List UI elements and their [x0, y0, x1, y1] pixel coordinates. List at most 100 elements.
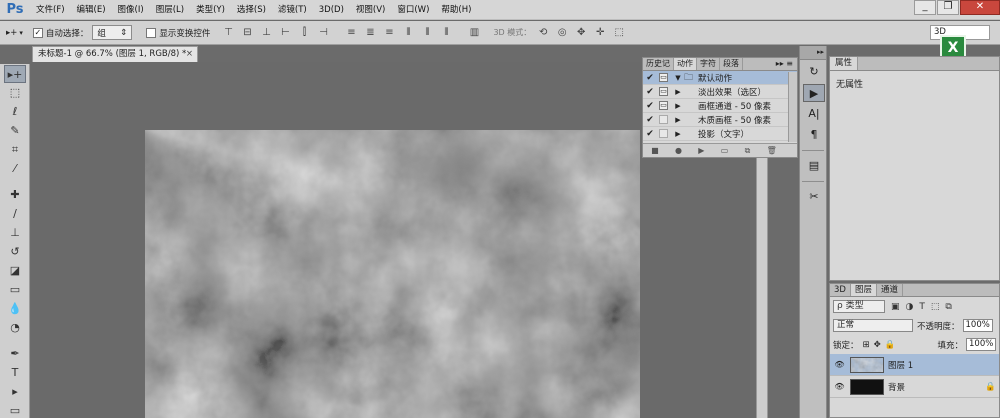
menu-layer[interactable]: 图层(L) — [150, 0, 190, 20]
tab-properties[interactable]: 属性 — [830, 57, 859, 70]
panel-collapse-strip[interactable] — [756, 158, 768, 418]
action-row[interactable]: ✔ ▭ ▶ 画框通道 - 50 像素 — [643, 99, 797, 113]
dialog-toggle-icon[interactable]: ▭ — [659, 73, 668, 82]
quick-select-tool-icon[interactable]: ✎ — [4, 122, 26, 140]
delete-icon[interactable]: 🗑 — [767, 146, 777, 155]
scale-3d-icon[interactable]: ⬚ — [611, 26, 627, 40]
type-tool-icon[interactable]: T — [4, 364, 26, 382]
folder-icon[interactable]: ▭ — [721, 146, 729, 155]
crop-tool-icon[interactable]: ⌗ — [4, 141, 26, 159]
restore-button[interactable]: ❐ — [937, 0, 959, 15]
dock-collapse-icon[interactable]: ▸▸ — [800, 46, 826, 60]
menu-window[interactable]: 窗口(W) — [391, 0, 435, 20]
actions-scrollbar[interactable] — [788, 72, 797, 142]
menu-select[interactable]: 选择(S) — [231, 0, 272, 20]
eraser-tool-icon[interactable]: ◪ — [4, 262, 26, 280]
lock-pixels-icon[interactable]: ⊞ — [863, 340, 870, 350]
shape-tool-icon[interactable]: ▭ — [4, 402, 26, 418]
history-brush-tool-icon[interactable]: ↺ — [4, 243, 26, 261]
align-bottom-icon[interactable]: ⊥ — [258, 26, 274, 40]
fill-input[interactable]: 100% — [966, 338, 996, 351]
eyedropper-tool-icon[interactable]: ⁄ — [4, 160, 26, 178]
dialog-toggle-icon[interactable]: ▭ — [659, 101, 668, 110]
expand-arrow-icon[interactable]: ▶ — [672, 102, 684, 110]
eye-icon[interactable]: 👁 — [833, 382, 846, 391]
align-right-icon[interactable]: ⊣ — [315, 26, 331, 40]
check-icon[interactable]: ✔ — [643, 87, 657, 97]
stop-icon[interactable]: ■ — [651, 146, 659, 155]
record-icon[interactable]: ● — [675, 146, 682, 155]
expand-arrow-icon[interactable]: ▶ — [672, 88, 684, 96]
layer-row[interactable]: 👁 背景 🔒 — [830, 376, 999, 398]
show-transform-option[interactable]: 显示变换控件 — [146, 27, 210, 39]
dialog-toggle-icon[interactable] — [659, 115, 668, 124]
clone-stamp-tool-icon[interactable]: ⊥ — [4, 224, 26, 242]
dialog-toggle-icon[interactable]: ▭ — [659, 87, 668, 96]
close-tab-icon[interactable]: × — [186, 47, 193, 62]
distribute-left-icon[interactable]: ⦀ — [400, 26, 416, 40]
actions-panel-icon[interactable]: ▶ — [803, 84, 825, 102]
history-panel-icon[interactable]: ↻ — [803, 63, 825, 81]
expand-arrow-icon[interactable]: ▶ — [672, 130, 684, 138]
panel-menu-icon[interactable]: ▸▸ ≡ — [776, 58, 797, 70]
adjustment-filter-icon[interactable]: ◑ — [906, 302, 914, 312]
paragraph-panel-icon[interactable]: ¶ — [803, 126, 825, 144]
align-left-icon[interactable]: ⊢ — [277, 26, 293, 40]
eye-icon[interactable]: 👁 — [833, 360, 846, 369]
lock-all-icon[interactable]: 🔒 — [885, 340, 896, 350]
gradient-tool-icon[interactable]: ▭ — [4, 281, 26, 299]
blur-tool-icon[interactable]: 💧 — [4, 300, 26, 318]
smart-object-filter-icon[interactable]: ⧉ — [945, 302, 951, 312]
distribute-hcenter-icon[interactable]: ⫴ — [419, 26, 435, 40]
menu-edit[interactable]: 编辑(E) — [71, 0, 112, 20]
slide-3d-icon[interactable]: ✛ — [592, 26, 608, 40]
check-icon[interactable]: ✔ — [643, 73, 657, 83]
distribute-vcenter-icon[interactable]: ≣ — [362, 26, 378, 40]
distribute-right-icon[interactable]: ⦀ — [438, 26, 454, 40]
path-select-tool-icon[interactable]: ▸ — [4, 383, 26, 401]
close-button[interactable]: ✕ — [960, 0, 1000, 15]
check-icon[interactable]: ✔ — [643, 101, 657, 111]
layer-filter-select[interactable]: ρ 类型 — [833, 300, 885, 313]
tab-paragraph[interactable]: 段落 — [720, 58, 743, 70]
properties-panel-icon[interactable]: ▤ — [803, 157, 825, 175]
align-vcenter-icon[interactable]: ⊟ — [239, 26, 255, 40]
dodge-tool-icon[interactable]: ◔ — [4, 319, 26, 337]
pan-3d-icon[interactable]: ✥ — [573, 26, 589, 40]
tab-history[interactable]: 历史记 — [643, 58, 674, 70]
action-row[interactable]: ✔ ▭ ▶ 淡出效果（选区） — [643, 85, 797, 99]
move-tool-preset[interactable]: ▸+ ▾ — [6, 28, 23, 38]
new-action-icon[interactable]: ⧉ — [745, 146, 751, 156]
layer-row[interactable]: 👁 图层 1 — [830, 354, 999, 376]
menu-type[interactable]: 类型(Y) — [190, 0, 231, 20]
lasso-tool-icon[interactable]: ℓ — [4, 103, 26, 121]
tab-actions[interactable]: 动作 — [674, 58, 697, 70]
document-tab[interactable]: 未标题-1 @ 66.7% (图层 1, RGB/8) * × — [32, 46, 198, 62]
lock-position-icon[interactable]: ✥ — [874, 340, 881, 350]
check-icon[interactable]: ✔ — [643, 115, 657, 125]
blend-mode-select[interactable]: 正常 — [833, 319, 913, 332]
roll-3d-icon[interactable]: ◎ — [554, 26, 570, 40]
minimize-button[interactable]: _ — [914, 0, 936, 15]
menu-view[interactable]: 视图(V) — [350, 0, 391, 20]
menu-3d[interactable]: 3D(D) — [313, 0, 350, 20]
distribute-bottom-icon[interactable]: ≡ — [381, 26, 397, 40]
brush-tool-icon[interactable]: ∕ — [4, 205, 26, 223]
healing-brush-tool-icon[interactable]: ✚ — [4, 186, 26, 204]
tab-character[interactable]: 字符 — [697, 58, 720, 70]
character-panel-icon[interactable]: A| — [803, 105, 825, 123]
auto-select-dropdown[interactable]: 组 ⇕ — [92, 25, 133, 40]
marquee-tool-icon[interactable]: ⬚ — [4, 84, 26, 102]
type-filter-icon[interactable]: T — [919, 302, 925, 312]
opacity-input[interactable]: 100% — [962, 319, 993, 332]
canvas[interactable] — [145, 130, 640, 418]
tab-3d[interactable]: 3D — [830, 284, 851, 296]
distribute-top-icon[interactable]: ≡ — [343, 26, 359, 40]
tool-presets-icon[interactable]: ✂ — [803, 188, 825, 206]
pixel-filter-icon[interactable]: ▣ — [891, 302, 900, 312]
auto-select-option[interactable]: ✓ 自动选择： — [32, 27, 88, 39]
action-row[interactable]: ✔ ▶ 木质画框 - 50 像素 — [643, 113, 797, 127]
action-row[interactable]: ✔ ▶ 投影（文字） — [643, 127, 797, 141]
auto-select-checkbox[interactable]: ✓ — [32, 27, 43, 38]
play-icon[interactable]: ▶ — [698, 146, 704, 155]
